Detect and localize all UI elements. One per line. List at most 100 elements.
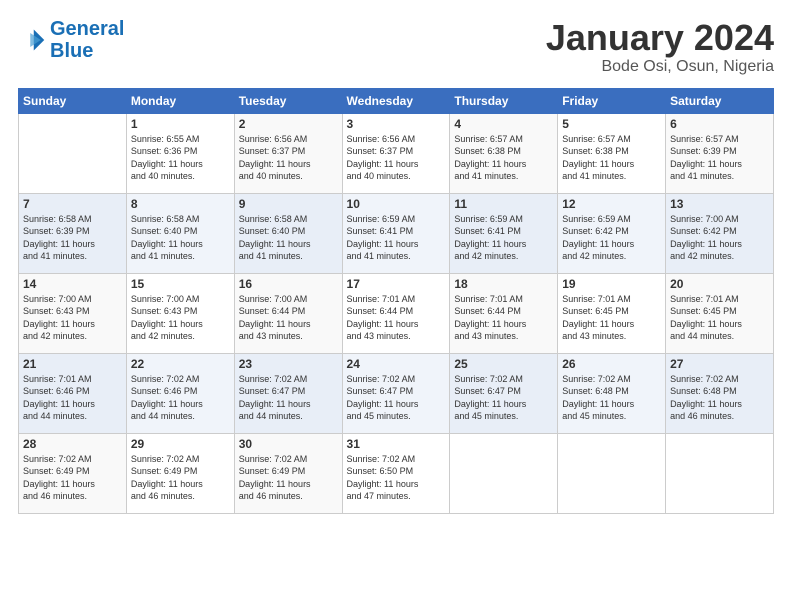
calendar-title: January 2024: [546, 18, 774, 58]
day-number: 3: [347, 117, 446, 131]
day-cell: 27 Sunrise: 7:02 AM Sunset: 6:48 PM Dayli…: [666, 353, 774, 433]
day-number: 15: [131, 277, 230, 291]
day-number: 8: [131, 197, 230, 211]
week-row-5: 28 Sunrise: 7:02 AM Sunset: 6:49 PM Dayli…: [19, 433, 774, 513]
day-detail: Sunrise: 6:59 AM Sunset: 6:42 PM Dayligh…: [562, 213, 661, 263]
day-cell: 3 Sunrise: 6:56 AM Sunset: 6:37 PM Daylig…: [342, 113, 450, 193]
day-number: 30: [239, 437, 338, 451]
day-number: 26: [562, 357, 661, 371]
col-header-sunday: Sunday: [19, 88, 127, 113]
day-detail: Sunrise: 7:01 AM Sunset: 6:46 PM Dayligh…: [23, 373, 122, 423]
day-number: 27: [670, 357, 769, 371]
day-number: 28: [23, 437, 122, 451]
day-detail: Sunrise: 6:56 AM Sunset: 6:37 PM Dayligh…: [347, 133, 446, 183]
day-number: 2: [239, 117, 338, 131]
day-number: 16: [239, 277, 338, 291]
day-detail: Sunrise: 6:59 AM Sunset: 6:41 PM Dayligh…: [347, 213, 446, 263]
day-number: 12: [562, 197, 661, 211]
day-cell: [666, 433, 774, 513]
day-number: 21: [23, 357, 122, 371]
title-block: January 2024 Bode Osi, Osun, Nigeria: [546, 18, 774, 76]
day-detail: Sunrise: 7:01 AM Sunset: 6:45 PM Dayligh…: [670, 293, 769, 343]
col-header-tuesday: Tuesday: [234, 88, 342, 113]
calendar-subtitle: Bode Osi, Osun, Nigeria: [546, 58, 774, 76]
day-cell: 14Sunrise: 7:00 AM Sunset: 6:43 PM Dayli…: [19, 273, 127, 353]
week-row-4: 21 Sunrise: 7:01 AM Sunset: 6:46 PM Dayli…: [19, 353, 774, 433]
week-row-3: 14Sunrise: 7:00 AM Sunset: 6:43 PM Dayli…: [19, 273, 774, 353]
day-number: 7: [23, 197, 122, 211]
week-row-1: 1Sunrise: 6:55 AM Sunset: 6:36 PM Daylig…: [19, 113, 774, 193]
day-cell: 29Sunrise: 7:02 AM Sunset: 6:49 PM Dayli…: [126, 433, 234, 513]
day-detail: Sunrise: 7:02 AM Sunset: 6:50 PM Dayligh…: [347, 453, 446, 503]
logo: General Blue: [18, 18, 124, 62]
logo-text: General Blue: [50, 18, 124, 62]
day-number: 19: [562, 277, 661, 291]
day-detail: Sunrise: 7:02 AM Sunset: 6:47 PM Dayligh…: [454, 373, 553, 423]
day-detail: Sunrise: 7:01 AM Sunset: 6:44 PM Dayligh…: [347, 293, 446, 343]
day-number: 31: [347, 437, 446, 451]
logo-icon: [18, 26, 46, 54]
day-number: 20: [670, 277, 769, 291]
header: General Blue January 2024 Bode Osi, Osun…: [18, 18, 774, 76]
day-detail: Sunrise: 7:02 AM Sunset: 6:48 PM Dayligh…: [670, 373, 769, 423]
day-cell: 30 Sunrise: 7:02 AM Sunset: 6:49 PM Dayli…: [234, 433, 342, 513]
day-cell: 12 Sunrise: 6:59 AM Sunset: 6:42 PM Dayli…: [558, 193, 666, 273]
day-detail: Sunrise: 7:02 AM Sunset: 6:49 PM Dayligh…: [239, 453, 338, 503]
day-number: 11: [454, 197, 553, 211]
day-detail: Sunrise: 7:00 AM Sunset: 6:43 PM Dayligh…: [23, 293, 122, 343]
logo-blue: Blue: [50, 40, 93, 62]
day-detail: Sunrise: 6:58 AM Sunset: 6:39 PM Dayligh…: [23, 213, 122, 263]
page: General Blue January 2024 Bode Osi, Osun…: [0, 0, 792, 524]
day-number: 6: [670, 117, 769, 131]
day-detail: Sunrise: 7:00 AM Sunset: 6:44 PM Dayligh…: [239, 293, 338, 343]
day-cell: 20 Sunrise: 7:01 AM Sunset: 6:45 PM Dayli…: [666, 273, 774, 353]
day-number: 29: [131, 437, 230, 451]
day-cell: 4 Sunrise: 6:57 AM Sunset: 6:38 PM Daylig…: [450, 113, 558, 193]
day-cell: 25 Sunrise: 7:02 AM Sunset: 6:47 PM Dayli…: [450, 353, 558, 433]
col-header-monday: Monday: [126, 88, 234, 113]
day-cell: 13Sunrise: 7:00 AM Sunset: 6:42 PM Dayli…: [666, 193, 774, 273]
day-detail: Sunrise: 7:01 AM Sunset: 6:44 PM Dayligh…: [454, 293, 553, 343]
day-number: 24: [347, 357, 446, 371]
day-detail: Sunrise: 7:00 AM Sunset: 6:43 PM Dayligh…: [131, 293, 230, 343]
day-detail: Sunrise: 6:58 AM Sunset: 6:40 PM Dayligh…: [131, 213, 230, 263]
col-header-friday: Friday: [558, 88, 666, 113]
day-cell: 28 Sunrise: 7:02 AM Sunset: 6:49 PM Dayli…: [19, 433, 127, 513]
day-cell: 9 Sunrise: 6:58 AM Sunset: 6:40 PM Daylig…: [234, 193, 342, 273]
day-detail: Sunrise: 7:02 AM Sunset: 6:48 PM Dayligh…: [562, 373, 661, 423]
day-cell: 7 Sunrise: 6:58 AM Sunset: 6:39 PM Daylig…: [19, 193, 127, 273]
day-cell: [450, 433, 558, 513]
day-detail: Sunrise: 6:57 AM Sunset: 6:39 PM Dayligh…: [670, 133, 769, 183]
day-number: 17: [347, 277, 446, 291]
day-number: 25: [454, 357, 553, 371]
day-detail: Sunrise: 6:57 AM Sunset: 6:38 PM Dayligh…: [454, 133, 553, 183]
day-cell: 16 Sunrise: 7:00 AM Sunset: 6:44 PM Dayli…: [234, 273, 342, 353]
day-number: 1: [131, 117, 230, 131]
day-detail: Sunrise: 7:02 AM Sunset: 6:49 PM Dayligh…: [23, 453, 122, 503]
day-cell: 22Sunrise: 7:02 AM Sunset: 6:46 PM Dayli…: [126, 353, 234, 433]
day-cell: 2Sunrise: 6:56 AM Sunset: 6:37 PM Daylig…: [234, 113, 342, 193]
day-cell: 18 Sunrise: 7:01 AM Sunset: 6:44 PM Dayli…: [450, 273, 558, 353]
day-number: 9: [239, 197, 338, 211]
day-number: 10: [347, 197, 446, 211]
col-header-wednesday: Wednesday: [342, 88, 450, 113]
day-detail: Sunrise: 6:58 AM Sunset: 6:40 PM Dayligh…: [239, 213, 338, 263]
day-detail: Sunrise: 7:02 AM Sunset: 6:47 PM Dayligh…: [347, 373, 446, 423]
day-cell: 17 Sunrise: 7:01 AM Sunset: 6:44 PM Dayli…: [342, 273, 450, 353]
day-detail: Sunrise: 6:59 AM Sunset: 6:41 PM Dayligh…: [454, 213, 553, 263]
day-number: 18: [454, 277, 553, 291]
day-cell: 24 Sunrise: 7:02 AM Sunset: 6:47 PM Dayli…: [342, 353, 450, 433]
calendar-table: SundayMondayTuesdayWednesdayThursdayFrid…: [18, 88, 774, 514]
col-header-thursday: Thursday: [450, 88, 558, 113]
day-cell: [558, 433, 666, 513]
logo-general: General: [50, 18, 124, 40]
day-number: 4: [454, 117, 553, 131]
day-detail: Sunrise: 7:02 AM Sunset: 6:47 PM Dayligh…: [239, 373, 338, 423]
day-cell: [19, 113, 127, 193]
day-detail: Sunrise: 6:57 AM Sunset: 6:38 PM Dayligh…: [562, 133, 661, 183]
day-number: 23: [239, 357, 338, 371]
day-cell: 26 Sunrise: 7:02 AM Sunset: 6:48 PM Dayli…: [558, 353, 666, 433]
header-row: SundayMondayTuesdayWednesdayThursdayFrid…: [19, 88, 774, 113]
day-number: 13: [670, 197, 769, 211]
day-cell: 1Sunrise: 6:55 AM Sunset: 6:36 PM Daylig…: [126, 113, 234, 193]
